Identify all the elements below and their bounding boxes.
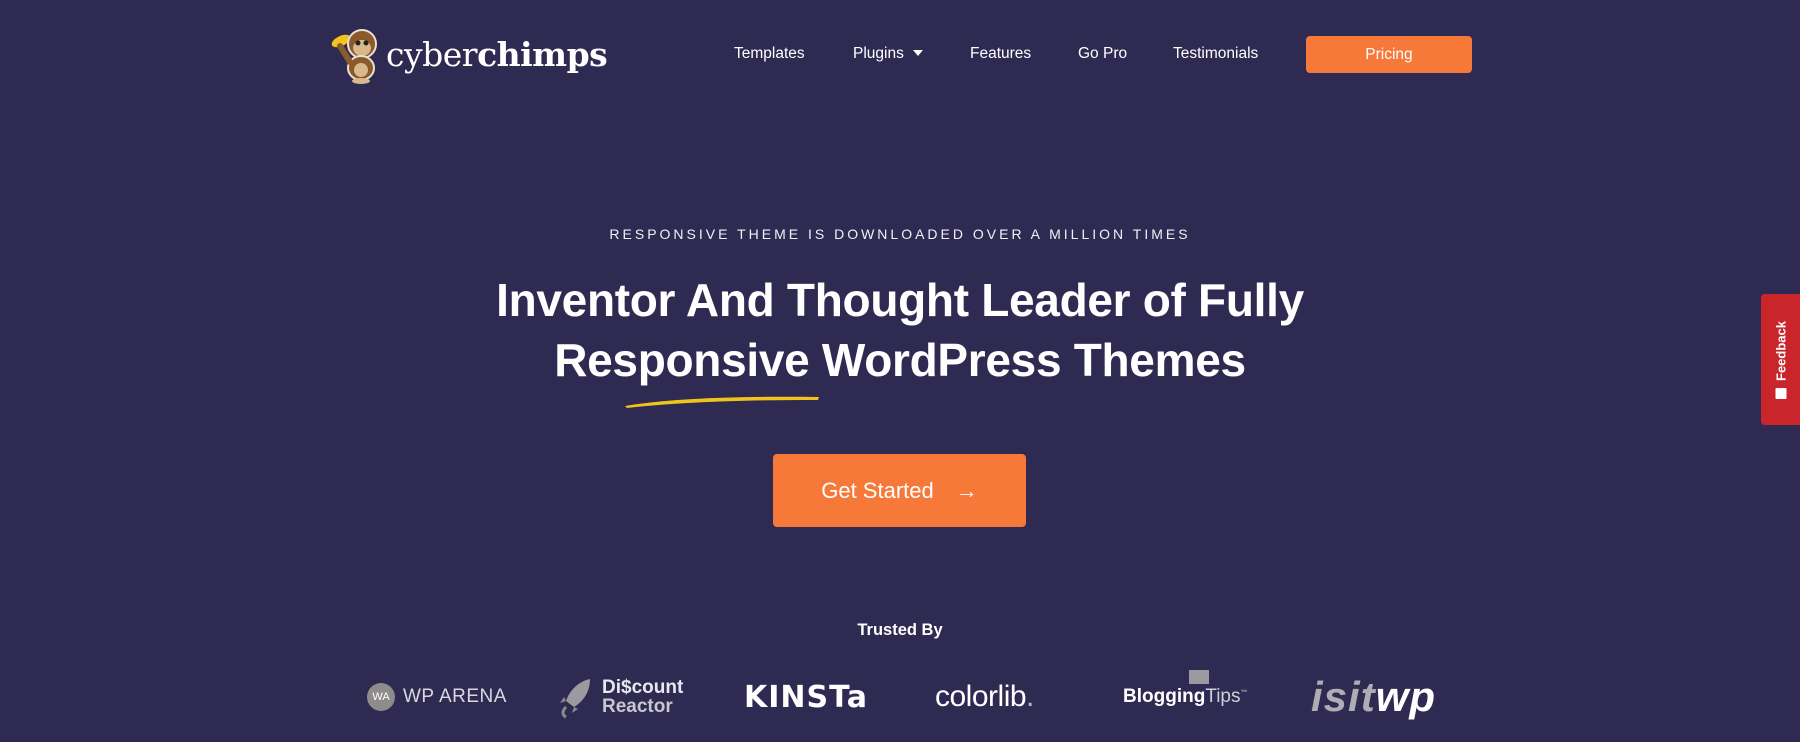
hero-eyebrow: RESPONSIVE THEME IS DOWNLOADED OVER A MI…	[609, 226, 1191, 242]
logo-text-light: cyber	[386, 34, 478, 74]
site-logo[interactable]: cyberchimps	[326, 24, 608, 84]
nav-testimonials[interactable]: Testimonials	[1173, 45, 1258, 63]
nav-templates[interactable]: Templates	[734, 45, 805, 63]
feedback-label-wrap: Feedback	[1773, 321, 1788, 399]
logo-wordmark: cyberchimps	[386, 34, 608, 74]
nav-plugins-label: Plugins	[853, 45, 904, 62]
wp-arena-badge-icon: WA	[367, 683, 395, 711]
blogging-tips-name: BloggingTips™	[1123, 670, 1248, 708]
isitwp-part1: isit	[1311, 673, 1376, 720]
nav-features[interactable]: Features	[970, 45, 1031, 63]
kinsta-name: KINSTa	[744, 679, 868, 715]
wp-arena-name: WP ARENA	[403, 686, 507, 707]
get-started-button[interactable]: Get Started →	[773, 454, 1026, 527]
colorlib-dot: .	[1026, 680, 1034, 713]
underline-swoosh-icon	[625, 396, 819, 408]
brand-isitwp: isitwp	[1311, 672, 1436, 722]
feedback-label: Feedback	[1773, 320, 1788, 381]
isitwp-part2: wp	[1375, 673, 1437, 720]
brand-blogging-tips: BloggingTips™	[1123, 670, 1248, 722]
blogging-tips-light: Tips	[1205, 686, 1241, 707]
arrow-right-icon: →	[955, 477, 978, 503]
brand-kinsta: KINSTa	[744, 672, 868, 722]
feedback-icon	[1775, 387, 1786, 399]
discount-reactor-line1: Di$count	[602, 677, 684, 698]
get-started-label: Get Started	[821, 477, 934, 503]
discount-reactor-name: Di$count Reactor	[602, 678, 683, 716]
nav-plugins[interactable]: Plugins	[853, 45, 923, 63]
colorlib-text: colorlib	[935, 680, 1027, 713]
colorlib-name: colorlib.	[935, 680, 1034, 714]
discount-reactor-line2: Reactor	[602, 696, 673, 717]
isitwp-name: isitwp	[1311, 673, 1436, 721]
rocket-icon	[560, 679, 590, 719]
headline-line-2: Responsive WordPress Themes	[554, 334, 1246, 386]
hero-headline: Inventor And Thought Leader of Fully Res…	[0, 270, 1800, 390]
brand-wp-arena: WA WP ARENA	[367, 672, 507, 722]
brand-discount-reactor: Di$count Reactor	[556, 672, 683, 722]
headline-line-1: Inventor And Thought Leader of Fully	[496, 274, 1304, 326]
brand-colorlib: colorlib.	[935, 672, 1034, 722]
trusted-by-title: Trusted By	[857, 621, 943, 639]
blogging-tips-tm: ™	[1240, 689, 1248, 697]
chevron-down-icon	[912, 49, 923, 56]
pricing-button[interactable]: Pricing	[1306, 36, 1472, 73]
chat-bubble-icon	[1189, 670, 1209, 684]
logo-text-bold: chimps	[477, 34, 608, 74]
feedback-tab[interactable]: Feedback	[1761, 294, 1800, 425]
nav-go-pro[interactable]: Go Pro	[1078, 45, 1127, 63]
chimp-mascot-icon	[331, 29, 377, 84]
blogging-tips-bold: Blogging	[1123, 686, 1206, 707]
